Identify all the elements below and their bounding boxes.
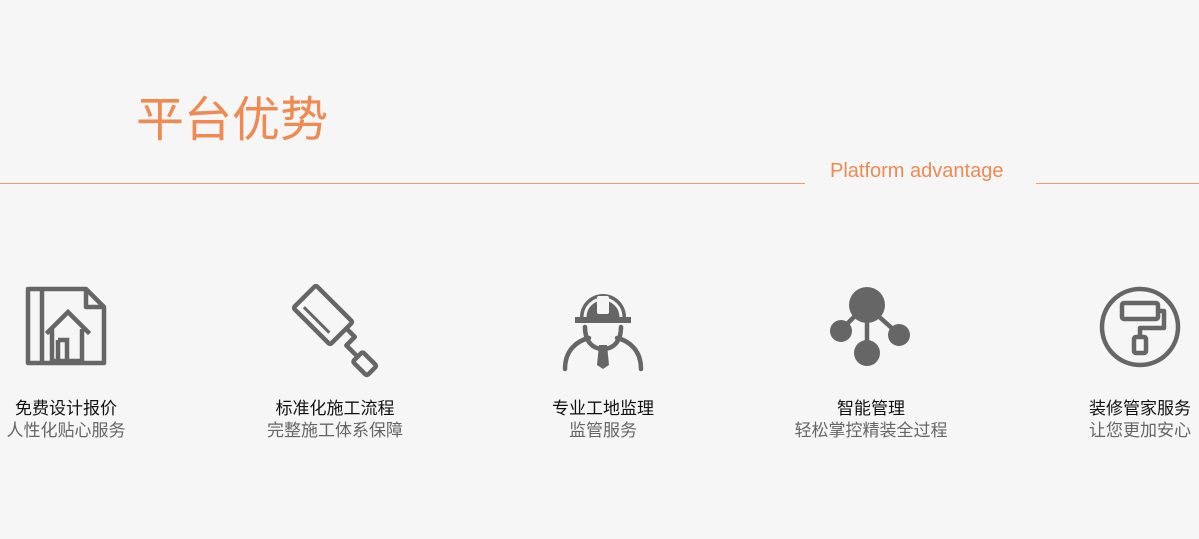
feature-free-design: 免费设计报价 人性化贴心服务 — [0, 285, 166, 441]
feature-smart-management: 智能管理 轻松掌控精装全过程 — [771, 285, 971, 441]
feature-description: 监管服务 — [569, 421, 637, 441]
feature-title: 装修管家服务 — [1089, 399, 1191, 419]
feature-description: 人性化贴心服务 — [6, 421, 126, 441]
network-nodes-icon — [830, 287, 910, 366]
feature-title: 智能管理 — [837, 399, 905, 419]
feature-site-supervision: 专业工地监理 监管服务 — [503, 285, 703, 441]
feature-description: 完整施工体系保障 — [267, 421, 403, 441]
divider-right — [1036, 183, 1199, 184]
feature-butler-service: 装修管家服务 让您更加安心 — [1040, 285, 1199, 441]
feature-description: 轻松掌控精装全过程 — [794, 421, 948, 441]
feature-title: 专业工地监理 — [552, 399, 654, 419]
feature-title: 标准化施工流程 — [275, 399, 395, 419]
section-title: 平台优势 — [136, 92, 329, 148]
divider-left — [0, 183, 805, 184]
construction-worker-icon — [562, 294, 644, 372]
paint-roller-icon — [291, 283, 379, 378]
feature-description: 让您更加安心 — [1089, 421, 1191, 441]
feature-standard-process: 标准化施工流程 完整施工体系保障 — [235, 283, 435, 441]
house-blueprint-icon — [25, 286, 107, 366]
roller-circle-icon — [1099, 286, 1181, 368]
section-subtitle: Platform advantage — [830, 160, 1004, 182]
feature-title: 免费设计报价 — [15, 399, 117, 419]
